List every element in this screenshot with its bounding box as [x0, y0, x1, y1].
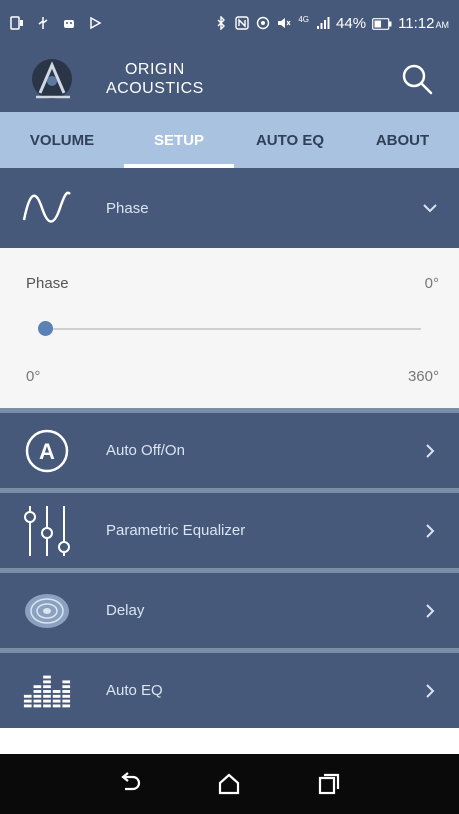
- phase-value: 0°: [424, 275, 439, 292]
- chevron-right-icon: [426, 603, 435, 618]
- recent-apps-button[interactable]: [316, 771, 342, 797]
- chevron-right-icon: [426, 523, 435, 538]
- bluetooth-icon: [214, 15, 228, 31]
- tab-volume[interactable]: VOLUME: [0, 112, 124, 168]
- tab-setup[interactable]: SETUP: [124, 112, 234, 168]
- nfc-icon: [235, 16, 250, 30]
- chevron-down-icon: [423, 204, 437, 213]
- clock: 11:12AM: [398, 14, 449, 32]
- recent-apps-icon: [319, 773, 340, 795]
- search-button[interactable]: [397, 59, 437, 99]
- home-icon: [219, 773, 240, 795]
- battery-icon: [372, 17, 392, 30]
- menu-item-label: Auto Off/On: [106, 442, 185, 459]
- sync-icon: [256, 16, 270, 30]
- chevron-right-icon: [426, 443, 435, 458]
- play-store-icon: [88, 16, 102, 30]
- menu-item-auto-eq[interactable]: Auto EQ: [0, 653, 459, 728]
- status-notification-icons: [10, 16, 102, 30]
- brand-line-1: ORIGIN: [124, 61, 185, 78]
- phase-max-label: 360°: [407, 368, 439, 385]
- phase-title: Phase: [26, 275, 69, 292]
- search-icon: [402, 64, 433, 95]
- auto-a-icon: A: [22, 426, 72, 476]
- menu-item-parametric-equalizer[interactable]: Parametric Equalizer: [0, 493, 459, 568]
- phase-slider-track[interactable]: [44, 328, 421, 330]
- menu-item-delay[interactable]: Delay: [0, 573, 459, 648]
- usb-icon: [36, 16, 50, 30]
- tab-bar: VOLUME SETUP AUTO EQ ABOUT: [0, 112, 459, 168]
- brand-name: ORIGIN ACOUSTICS: [106, 60, 204, 98]
- phase-header-label: Phase: [106, 199, 149, 217]
- status-right: 4G 44% 11:12AM: [214, 15, 449, 32]
- phase-slider-thumb[interactable]: [38, 321, 53, 336]
- back-button[interactable]: [117, 771, 143, 797]
- chevron-right-icon: [426, 683, 435, 698]
- app-bar: ORIGIN ACOUSTICS: [0, 46, 459, 112]
- menu-item-label: Delay: [106, 602, 145, 619]
- phase-panel: Phase 0° 0° 360°: [0, 248, 459, 408]
- home-button[interactable]: [216, 771, 242, 797]
- mute-icon: [277, 16, 291, 30]
- back-icon: [121, 772, 140, 791]
- brand-line-2: ACOUSTICS: [106, 80, 204, 97]
- phase-section-header[interactable]: Phase: [0, 168, 459, 248]
- android-icon: [62, 16, 76, 30]
- bar-meter-icon: [22, 666, 72, 716]
- svg-text:A: A: [39, 439, 55, 464]
- menu-item-label: Auto EQ: [106, 682, 163, 699]
- equalizer-sliders-icon: [22, 505, 72, 556]
- tab-auto-eq[interactable]: AUTO EQ: [234, 112, 346, 168]
- status-bar: 4G 44% 11:12AM: [0, 0, 459, 46]
- battery-percent: 44%: [336, 14, 367, 32]
- sine-wave-icon: [22, 183, 72, 233]
- signal-icon: [316, 16, 330, 30]
- delay-icon: [22, 586, 72, 636]
- network-4g-icon: 4G: [298, 15, 310, 24]
- phone-icon: [10, 16, 24, 30]
- menu-item-label: Parametric Equalizer: [106, 522, 246, 539]
- tab-about[interactable]: ABOUT: [346, 112, 459, 168]
- menu-item-auto-off-on[interactable]: A Auto Off/On: [0, 413, 459, 488]
- origin-acoustics-logo: [24, 51, 80, 107]
- system-navigation-bar: [0, 754, 459, 814]
- phase-min-label: 0°: [26, 368, 41, 385]
